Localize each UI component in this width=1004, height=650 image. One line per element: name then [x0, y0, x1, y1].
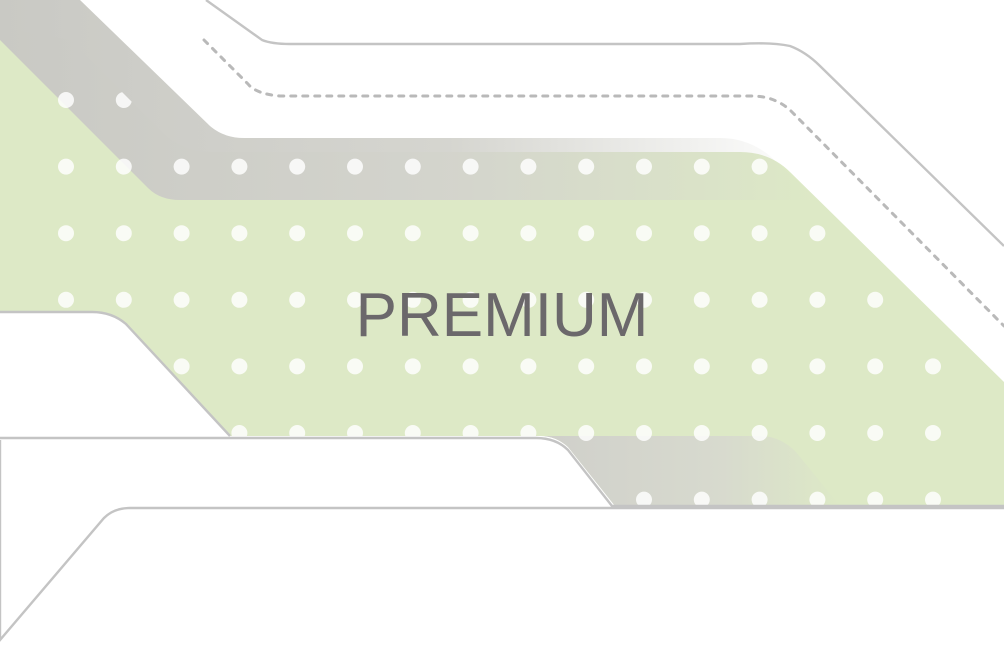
grid-dot — [173, 225, 190, 242]
grid-dot — [925, 358, 941, 375]
grid-dot — [578, 92, 595, 108]
grid-dot — [693, 425, 710, 441]
grid-dot — [347, 225, 363, 242]
grid-dot — [289, 158, 306, 175]
grid-dot — [636, 225, 652, 242]
grid-dot — [231, 491, 248, 506]
grid-dot — [404, 491, 421, 506]
grid-dot — [58, 491, 74, 506]
grid-dot — [462, 358, 479, 375]
grid-dot — [58, 158, 74, 175]
grid-dot — [58, 358, 74, 375]
grid-dot — [115, 358, 132, 375]
premium-banner: PREMIUM — [0, 0, 1004, 650]
grid-dot — [289, 225, 306, 242]
grid-dot — [578, 158, 595, 175]
grid-dot — [520, 491, 537, 506]
grid-dot — [115, 158, 132, 175]
grid-dot — [520, 225, 537, 242]
grid-dot — [231, 358, 248, 375]
grid-dot — [115, 491, 132, 506]
grid-dot — [289, 491, 306, 506]
grid-dot — [289, 358, 306, 375]
grid-dot — [578, 225, 595, 242]
premium-title: PREMIUM — [355, 281, 649, 350]
grid-dot — [578, 358, 595, 375]
grid-dot — [693, 358, 710, 375]
grid-dot — [809, 358, 826, 375]
grid-dot — [462, 92, 479, 108]
grid-dot — [231, 225, 248, 242]
grid-dot — [173, 158, 190, 175]
grid-dot — [520, 158, 537, 175]
grid-dot — [347, 358, 363, 375]
grid-dot — [693, 92, 710, 108]
grid-dot — [578, 425, 595, 441]
grid-dot — [404, 158, 421, 175]
grid-dot — [751, 225, 768, 242]
grid-dot — [58, 92, 74, 108]
grid-dot — [347, 92, 363, 108]
grid-dot — [462, 491, 479, 506]
grid-dot — [173, 358, 190, 375]
grid-dot — [925, 92, 941, 108]
grid-dot — [404, 358, 421, 375]
grid-dot — [578, 491, 595, 506]
grid-dot — [404, 92, 421, 108]
grid-dot — [867, 158, 884, 175]
grid-dot — [925, 225, 941, 242]
grid-dot — [115, 225, 132, 242]
grid-dot — [289, 92, 306, 108]
grid-dot — [751, 158, 768, 175]
grid-dot — [231, 92, 248, 108]
grid-dot — [925, 425, 941, 441]
grid-dot — [347, 158, 363, 175]
grid-dot — [636, 358, 652, 375]
grid-dot — [693, 158, 710, 175]
grid-dot — [751, 92, 768, 108]
grid-dot — [231, 158, 248, 175]
grid-dot — [636, 425, 652, 441]
grid-dot — [173, 491, 190, 506]
grid-dot — [867, 425, 884, 441]
grid-dot — [751, 358, 768, 375]
grid-dot — [867, 358, 884, 375]
grid-dot — [462, 158, 479, 175]
grid-dot — [809, 158, 826, 175]
grid-dot — [404, 225, 421, 242]
grid-dot — [520, 92, 537, 108]
grid-dot — [462, 225, 479, 242]
grid-dot — [867, 225, 884, 242]
grid-dot — [809, 225, 826, 242]
grid-dot — [751, 425, 768, 441]
grid-dot — [347, 491, 363, 506]
grid-dot — [867, 92, 884, 108]
grid-dot — [809, 92, 826, 108]
grid-dot — [636, 92, 652, 108]
grid-dot — [520, 358, 537, 375]
grid-dot — [693, 225, 710, 242]
grid-dot — [809, 425, 826, 441]
grid-dot — [636, 158, 652, 175]
grid-dot — [58, 225, 74, 242]
